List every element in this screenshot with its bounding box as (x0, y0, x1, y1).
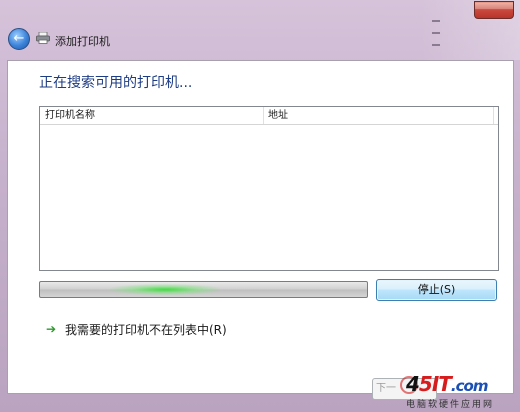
watermark-logo: 45IT.com (406, 372, 489, 396)
title-bar: ← 添加打印机 (0, 24, 480, 52)
watermark-logo-suffix: .com (450, 377, 489, 395)
green-arrow-icon: ➔ (46, 322, 57, 336)
window-frame: ← 添加打印机 正在搜索可用的打印机... 打印机名称 地址 停止(S) ➔ 我… (0, 0, 520, 412)
column-header-printer-name[interactable]: 打印机名称 (40, 107, 264, 124)
back-arrow-icon: ← (13, 31, 25, 46)
column-header-address[interactable]: 地址 (263, 107, 494, 124)
watermark-subtitle: 电脑软硬件应用网 (406, 400, 495, 410)
printer-list[interactable]: 打印机名称 地址 (39, 106, 499, 271)
stop-button[interactable]: 停止(S) (376, 279, 497, 301)
watermark-logo-mid: 5IT (418, 372, 452, 396)
window-title: 添加打印机 (55, 35, 110, 48)
progress-indicator (110, 284, 220, 295)
site-watermark: 45IT.com 电脑软硬件应用网 (400, 372, 518, 410)
list-header: 打印机名称 地址 (40, 107, 498, 125)
wizard-content: 正在搜索可用的打印机... 打印机名称 地址 停止(S) ➔ 我需要的打印机不在… (7, 60, 514, 394)
page-heading: 正在搜索可用的打印机... (39, 75, 193, 91)
printer-not-listed-link[interactable]: 我需要的打印机不在列表中(R) (65, 321, 227, 338)
printer-icon (36, 32, 50, 44)
watermark-logo-prefix: 4 (406, 372, 420, 396)
close-button[interactable] (474, 1, 514, 19)
back-button[interactable]: ← (8, 28, 30, 50)
search-progress-bar (39, 281, 368, 298)
